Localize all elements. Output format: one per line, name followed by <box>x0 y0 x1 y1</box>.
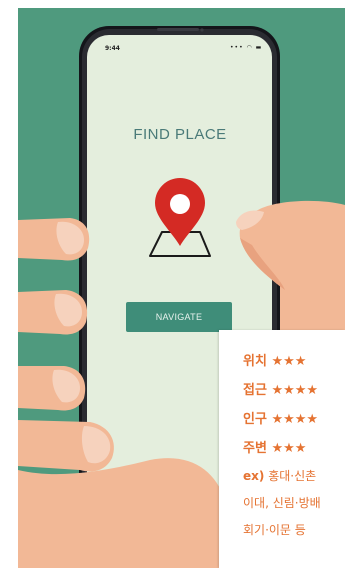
example-line-2: 이대, 신림·방배 <box>243 496 321 510</box>
info-card: 위치 ★★★ 접근 ★★★★ 인구 ★★★★ 주변 ★★★ ex) 홍대·신촌 … <box>219 330 345 568</box>
palm-bottom <box>18 458 225 568</box>
rating-row-access: 접근 ★★★★ <box>243 379 318 398</box>
camera-dot <box>200 28 204 32</box>
star-icon-group: ★★★ <box>271 354 307 369</box>
example-prefix: ex) <box>243 469 265 483</box>
rating-row-location: 위치 ★★★ <box>243 350 306 369</box>
rating-label: 접근 <box>243 383 267 398</box>
navigate-button[interactable]: NAVIGATE <box>126 302 232 332</box>
star-icon-group: ★★★★ <box>271 412 319 427</box>
rating-label: 위치 <box>243 354 267 369</box>
example-line-3: 회기·이문 등 <box>243 523 306 537</box>
star-icon-group: ★★★★ <box>271 383 319 398</box>
rating-label: 인구 <box>243 412 267 427</box>
rating-row-population: 인구 ★★★★ <box>243 408 318 427</box>
rating-row-surroundings: 주변 ★★★ <box>243 437 306 456</box>
rating-label: 주변 <box>243 441 267 456</box>
example-text: 홍대·신촌 <box>268 469 317 483</box>
speaker-slot <box>157 28 199 31</box>
star-icon-group: ★★★ <box>271 441 307 456</box>
example-line-1: ex) 홍대·신촌 <box>243 467 316 484</box>
